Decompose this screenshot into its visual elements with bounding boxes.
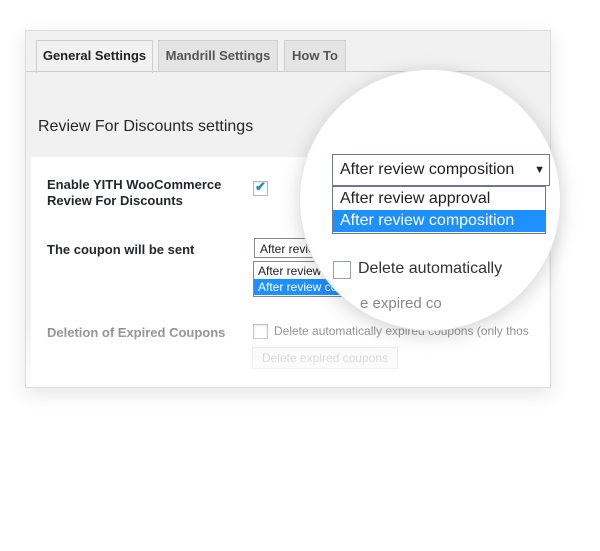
magnified-partial-text: e expired co xyxy=(360,295,442,312)
tab-general-settings[interactable]: General Settings xyxy=(36,40,153,73)
magnified-checkbox-label: Delete automatically xyxy=(358,260,503,277)
deletion-label: Deletion of Expired Coupons xyxy=(47,325,226,340)
magnified-option-composition[interactable]: After review composition xyxy=(333,210,545,232)
enable-checkbox[interactable]: ✔ xyxy=(253,179,268,196)
section-title: Review For Discounts settings xyxy=(38,118,254,135)
deletion-checkbox[interactable] xyxy=(253,324,268,339)
enable-label: Enable YITH WooCommerce Review For Disco… xyxy=(47,177,222,208)
checkmark-icon: ✔ xyxy=(255,179,266,194)
magnified-option-approval[interactable]: After review approval xyxy=(333,188,545,210)
dropdown-arrow-icon: ▼ xyxy=(534,164,545,176)
magnifier-lens: After review composition ▼ After review … xyxy=(300,70,560,330)
magnified-options: After review approval After review compo… xyxy=(332,186,546,234)
magnified-select-value: After review composition xyxy=(340,161,515,178)
coupon-sent-label: The coupon will be sent xyxy=(47,242,195,257)
tab-mandrill-settings[interactable]: Mandrill Settings xyxy=(158,40,278,71)
magnified-select[interactable]: After review composition ▼ xyxy=(332,154,550,186)
magnified-checkbox[interactable] xyxy=(333,261,351,279)
tab-divider xyxy=(26,71,550,72)
tab-how-to[interactable]: How To xyxy=(284,40,346,71)
delete-expired-coupons-button[interactable]: Delete expired coupons xyxy=(252,347,398,369)
